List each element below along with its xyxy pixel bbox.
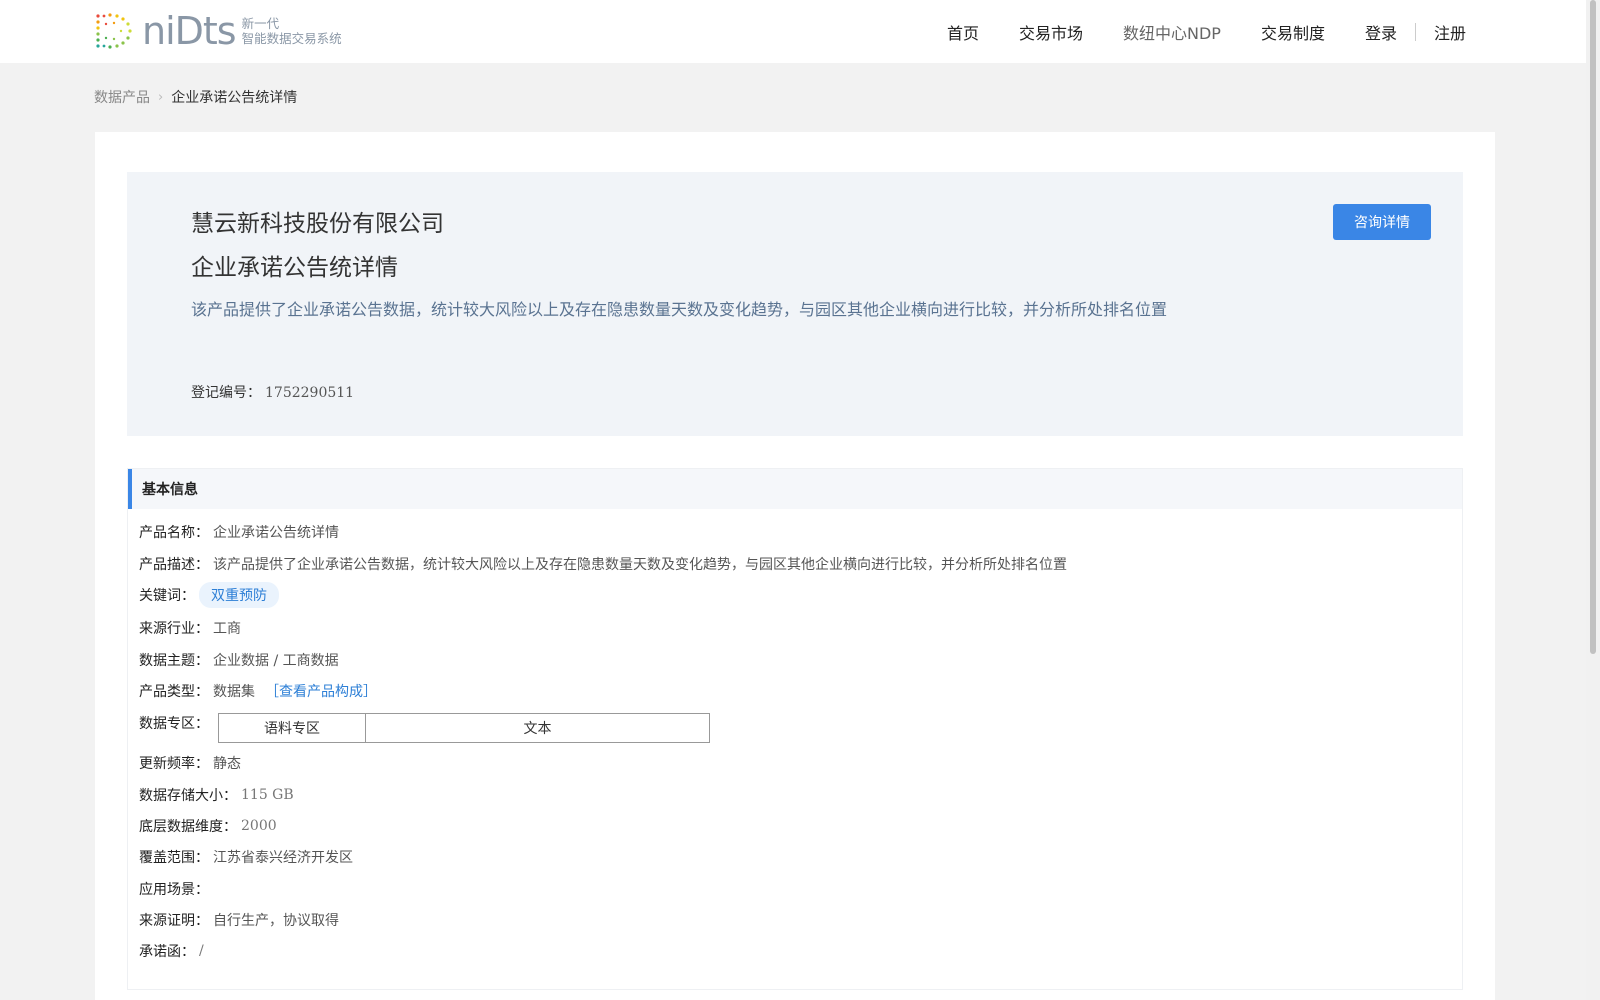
- proof-label: 来源证明：: [139, 913, 209, 929]
- logo-tagline-line2: 智能数据交易系统: [241, 31, 342, 46]
- info-row-product-name: 产品名称： 企业承诺公告统详情: [139, 522, 339, 542]
- nav-login[interactable]: 登录: [1365, 20, 1397, 44]
- info-row-industry: 来源行业： 工商: [139, 618, 241, 638]
- logo-wordmark: niDts: [142, 9, 237, 53]
- industry-value: 工商: [213, 621, 241, 637]
- product-type-label: 产品类型：: [139, 684, 209, 700]
- frequency-value: 静态: [213, 756, 241, 772]
- dimension-label: 底层数据维度：: [139, 819, 237, 835]
- section-heading: 基本信息: [128, 469, 1462, 509]
- consult-details-button[interactable]: 咨询详情: [1333, 204, 1431, 240]
- product-detail-panel: 慧云新科技股份有限公司 企业承诺公告统详情 该产品提供了企业承诺公告数据，统计较…: [95, 132, 1495, 1000]
- scenario-label: 应用场景：: [139, 882, 209, 898]
- page-scrollbar[interactable]: [1586, 0, 1600, 1000]
- data-zone-label: 数据专区：: [139, 716, 209, 732]
- info-row-storage: 数据存储大小： 115 GB: [139, 785, 294, 805]
- theme-value: 企业数据 / 工商数据: [213, 653, 339, 669]
- logo-tagline-line1: 新一代: [241, 16, 280, 31]
- coverage-label: 覆盖范围：: [139, 850, 209, 866]
- view-composition-link[interactable]: ［查看产品构成］: [265, 681, 377, 701]
- registration-label: 登记编号：: [191, 385, 261, 401]
- chevron-right-icon: ›: [158, 89, 164, 105]
- scrollbar-thumb[interactable]: [1590, 0, 1596, 654]
- nav-trading-rules[interactable]: 交易制度: [1261, 20, 1325, 44]
- site-logo[interactable]: niDts 新一代 智能数据交易系统: [94, 10, 342, 52]
- info-row-dimension: 底层数据维度： 2000: [139, 816, 277, 836]
- storage-label: 数据存储大小：: [139, 788, 237, 804]
- keyword-tag[interactable]: 双重预防: [199, 582, 279, 608]
- main-nav: 首页 交易市场 数纽中心NDP 交易制度 登录 注册: [907, 0, 1466, 63]
- nav-ndp-center[interactable]: 数纽中心NDP: [1123, 20, 1221, 44]
- page-title: 企业承诺公告统详情: [191, 255, 398, 281]
- basic-info-section: 基本信息 产品名称： 企业承诺公告统详情 产品描述： 该产品提供了企业承诺公告数…: [127, 468, 1463, 990]
- info-row-product-desc: 产品描述： 该产品提供了企业承诺公告数据，统计较大风险以上及存在隐患数量天数及变…: [139, 554, 1067, 574]
- info-row-scenario: 应用场景：: [139, 879, 213, 899]
- product-desc-value: 该产品提供了企业承诺公告数据，统计较大风险以上及存在隐患数量天数及变化趋势，与园…: [213, 557, 1067, 573]
- product-name-value: 企业承诺公告统详情: [213, 525, 339, 541]
- info-row-theme: 数据主题： 企业数据 / 工商数据: [139, 650, 339, 670]
- info-row-data-zone: 数据专区： 语料专区 文本: [139, 713, 710, 743]
- info-row-coverage: 覆盖范围： 江苏省泰兴经济开发区: [139, 847, 353, 867]
- breadcrumb-data-products[interactable]: 数据产品: [94, 87, 150, 107]
- zone-cell-text: 文本: [523, 721, 552, 737]
- product-desc-label: 产品描述：: [139, 557, 209, 573]
- nav-market[interactable]: 交易市场: [1019, 20, 1083, 44]
- registration-value: 1752290511: [265, 385, 355, 401]
- frequency-label: 更新频率：: [139, 756, 209, 772]
- logo-tagline: 新一代 智能数据交易系统: [242, 16, 342, 46]
- industry-label: 来源行业：: [139, 621, 209, 637]
- nav-home[interactable]: 首页: [947, 20, 979, 44]
- top-navigation-bar: niDts 新一代 智能数据交易系统 首页 交易市场 数纽中心NDP 交易制度 …: [0, 0, 1586, 63]
- info-row-product-type: 产品类型： 数据集 ［查看产品构成］: [139, 681, 377, 701]
- product-type-value: 数据集: [213, 684, 255, 700]
- product-hero: 慧云新科技股份有限公司 企业承诺公告统详情 该产品提供了企业承诺公告数据，统计较…: [127, 172, 1463, 436]
- zone-cell-corpus: 语料专区: [219, 714, 366, 742]
- info-row-keywords: 关键词： 双重预防: [139, 582, 279, 608]
- coverage-value: 江苏省泰兴经济开发区: [213, 850, 353, 866]
- breadcrumb: 数据产品 › 企业承诺公告统详情: [94, 87, 297, 107]
- registration-number: 登记编号： 1752290511: [191, 382, 354, 402]
- dimension-value: 2000: [241, 818, 277, 834]
- theme-label: 数据主题：: [139, 653, 209, 669]
- keywords-label: 关键词：: [139, 588, 195, 604]
- product-name-label: 产品名称：: [139, 525, 209, 541]
- product-summary: 该产品提供了企业承诺公告数据，统计较大风险以上及存在隐患数量天数及变化趋势，与园…: [191, 300, 1168, 319]
- commitment-label: 承诺函：: [139, 944, 195, 960]
- storage-value: 115 GB: [241, 787, 294, 803]
- info-row-commitment: 承诺函： /: [139, 941, 204, 961]
- nav-divider: [1414, 22, 1416, 41]
- info-row-frequency: 更新频率： 静态: [139, 753, 241, 773]
- commitment-value: /: [199, 943, 204, 959]
- data-zone-table: 语料专区 文本: [218, 713, 710, 743]
- company-name: 慧云新科技股份有限公司: [191, 211, 444, 237]
- breadcrumb-current: 企业承诺公告统详情: [171, 90, 298, 106]
- nav-register[interactable]: 注册: [1434, 20, 1466, 44]
- info-row-proof: 来源证明： 自行生产，协议取得: [139, 910, 339, 930]
- proof-value: 自行生产，协议取得: [213, 913, 339, 929]
- logo-d-icon: [96, 13, 132, 49]
